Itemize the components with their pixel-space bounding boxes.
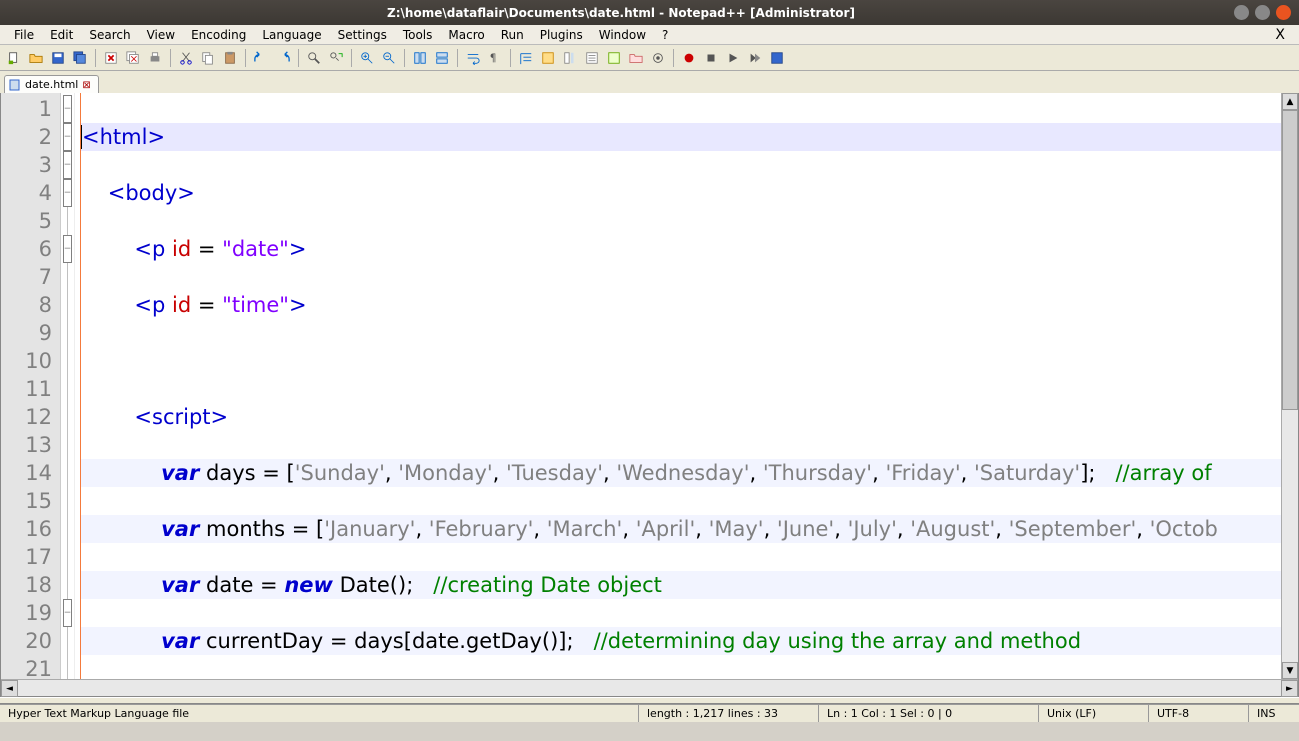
menu-help[interactable]: ? bbox=[654, 26, 676, 44]
minimize-button[interactable] bbox=[1234, 5, 1249, 20]
fold-icon[interactable]: − bbox=[63, 123, 72, 151]
fold-icon[interactable]: − bbox=[63, 235, 72, 263]
menu-plugins[interactable]: Plugins bbox=[532, 26, 591, 44]
menu-macro[interactable]: Macro bbox=[440, 26, 492, 44]
save-icon[interactable] bbox=[48, 48, 68, 68]
play-icon[interactable] bbox=[723, 48, 743, 68]
status-position: Ln : 1 Col : 1 Sel : 0 | 0 bbox=[819, 705, 1039, 722]
save-macro-icon[interactable] bbox=[767, 48, 787, 68]
scroll-thumb[interactable] bbox=[1282, 110, 1298, 410]
paste-icon[interactable] bbox=[220, 48, 240, 68]
file-icon bbox=[9, 79, 21, 91]
fold-icon[interactable]: − bbox=[63, 95, 72, 123]
titlebar: Z:\home\dataflair\Documents\date.html - … bbox=[0, 0, 1299, 25]
close-file-icon[interactable] bbox=[101, 48, 121, 68]
indent-guide-icon[interactable] bbox=[516, 48, 536, 68]
status-length: length : 1,217 lines : 33 bbox=[639, 705, 819, 722]
fold-icon[interactable]: − bbox=[63, 179, 72, 207]
resizer[interactable] bbox=[0, 697, 1299, 704]
all-chars-icon[interactable]: ¶ bbox=[485, 48, 505, 68]
window-title: Z:\home\dataflair\Documents\date.html - … bbox=[8, 6, 1234, 20]
menu-settings[interactable]: Settings bbox=[330, 26, 395, 44]
vertical-scrollbar[interactable]: ▲ ▼ bbox=[1281, 93, 1298, 679]
menu-encoding[interactable]: Encoding bbox=[183, 26, 254, 44]
find-icon[interactable] bbox=[304, 48, 324, 68]
func-list-icon[interactable] bbox=[604, 48, 624, 68]
menu-file[interactable]: File bbox=[6, 26, 42, 44]
scroll-right-icon[interactable]: ► bbox=[1281, 680, 1298, 697]
editor-wrap: 123456789101112131415161718192021 − − − … bbox=[0, 93, 1299, 697]
status-encoding[interactable]: UTF-8 bbox=[1149, 705, 1249, 722]
status-mode[interactable]: INS bbox=[1249, 705, 1299, 722]
record-icon[interactable] bbox=[679, 48, 699, 68]
doc-map-icon[interactable] bbox=[560, 48, 580, 68]
close-all-icon[interactable] bbox=[123, 48, 143, 68]
menu-search[interactable]: Search bbox=[81, 26, 138, 44]
close-button[interactable] bbox=[1276, 5, 1291, 20]
status-filetype: Hyper Text Markup Language file bbox=[0, 705, 639, 722]
status-eol[interactable]: Unix (LF) bbox=[1039, 705, 1149, 722]
line-gutter: 123456789101112131415161718192021 bbox=[1, 93, 61, 679]
tab-label: date.html bbox=[25, 78, 78, 91]
menu-bar: File Edit Search View Encoding Language … bbox=[0, 25, 1299, 45]
window-controls bbox=[1234, 5, 1291, 20]
tab-bar: date.html ⊠ bbox=[0, 71, 1299, 93]
monitor-icon[interactable] bbox=[648, 48, 668, 68]
menu-edit[interactable]: Edit bbox=[42, 26, 81, 44]
replace-icon[interactable] bbox=[326, 48, 346, 68]
menu-tools[interactable]: Tools bbox=[395, 26, 441, 44]
status-bar: Hyper Text Markup Language file length :… bbox=[0, 704, 1299, 722]
open-file-icon[interactable] bbox=[26, 48, 46, 68]
svg-text:¶: ¶ bbox=[490, 52, 497, 64]
folder-icon[interactable] bbox=[626, 48, 646, 68]
horizontal-scrollbar[interactable]: ◄ ► bbox=[1, 679, 1298, 696]
fold-column: − − − − − − bbox=[61, 93, 75, 679]
sync-v-icon[interactable] bbox=[410, 48, 430, 68]
tab-date-html[interactable]: date.html ⊠ bbox=[4, 75, 99, 93]
menu-language[interactable]: Language bbox=[254, 26, 329, 44]
tab-close-x[interactable]: X bbox=[1267, 27, 1293, 43]
zoom-out-icon[interactable] bbox=[379, 48, 399, 68]
wordwrap-icon[interactable] bbox=[463, 48, 483, 68]
maximize-button[interactable] bbox=[1255, 5, 1270, 20]
udl-icon[interactable] bbox=[538, 48, 558, 68]
cut-icon[interactable] bbox=[176, 48, 196, 68]
scroll-down-icon[interactable]: ▼ bbox=[1282, 662, 1298, 679]
zoom-in-icon[interactable] bbox=[357, 48, 377, 68]
menu-view[interactable]: View bbox=[139, 26, 183, 44]
save-all-icon[interactable] bbox=[70, 48, 90, 68]
fold-icon[interactable]: − bbox=[63, 151, 72, 179]
new-file-icon[interactable] bbox=[4, 48, 24, 68]
menu-run[interactable]: Run bbox=[493, 26, 532, 44]
stop-icon[interactable] bbox=[701, 48, 721, 68]
toolbar: ¶ bbox=[0, 45, 1299, 71]
print-icon[interactable] bbox=[145, 48, 165, 68]
undo-icon[interactable] bbox=[251, 48, 271, 68]
redo-icon[interactable] bbox=[273, 48, 293, 68]
copy-icon[interactable] bbox=[198, 48, 218, 68]
code-area[interactable]: <html> <body> <p id = "date"> <p id = "t… bbox=[81, 93, 1298, 679]
code-editor[interactable]: 123456789101112131415161718192021 − − − … bbox=[1, 93, 1298, 679]
scroll-left-icon[interactable]: ◄ bbox=[1, 680, 18, 697]
menu-window[interactable]: Window bbox=[591, 26, 654, 44]
scroll-up-icon[interactable]: ▲ bbox=[1282, 93, 1298, 110]
play-multi-icon[interactable] bbox=[745, 48, 765, 68]
sync-h-icon[interactable] bbox=[432, 48, 452, 68]
fold-icon[interactable]: − bbox=[63, 599, 72, 627]
doc-list-icon[interactable] bbox=[582, 48, 602, 68]
tab-close-icon[interactable]: ⊠ bbox=[82, 80, 92, 90]
